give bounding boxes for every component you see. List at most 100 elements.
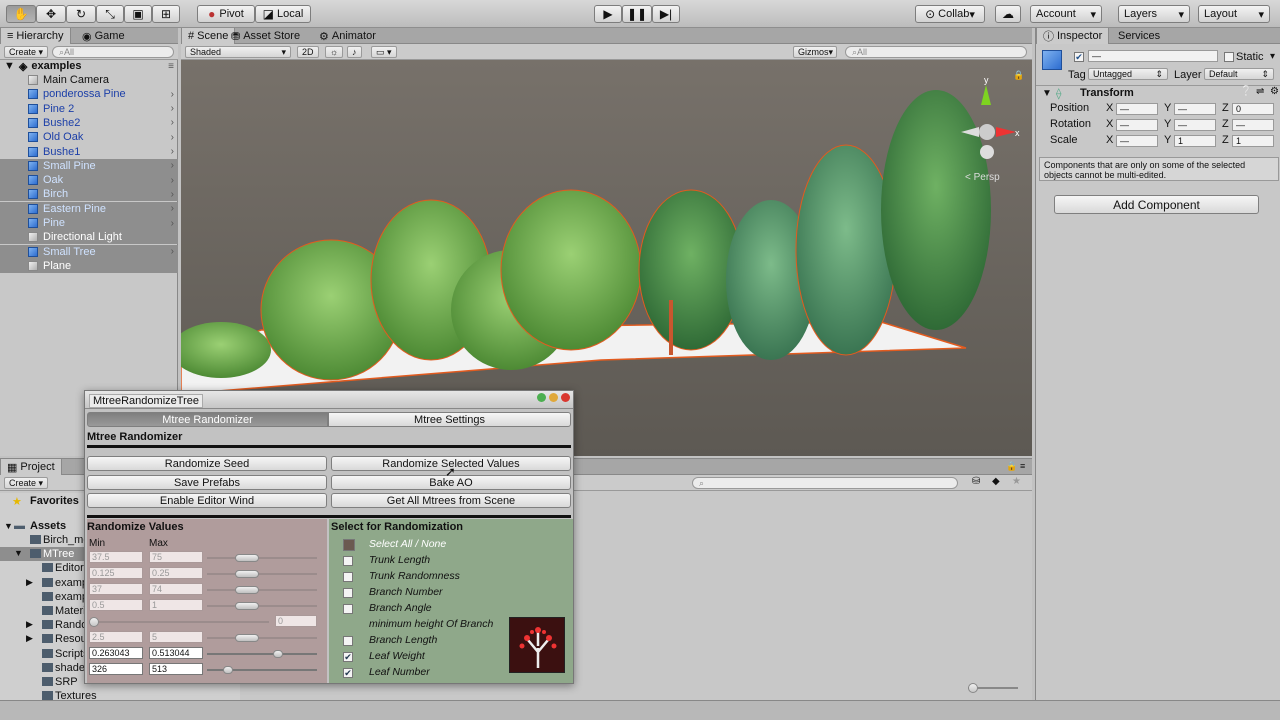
scene-root-row[interactable]: ▼ ◈ examples ≡ [0,59,178,73]
chevron-down-icon[interactable]: ▾ [1270,51,1275,62]
project-folder-item[interactable]: Rando [55,619,87,631]
transform-scale-y-field[interactable]: 1 [1174,135,1216,147]
static-checkbox[interactable] [1224,52,1234,62]
expand-arrow-icon[interactable]: ▼ [4,521,13,531]
window-minimize-button[interactable] [549,393,558,402]
tab-project[interactable]: ▦ Project [0,459,62,475]
assets-label[interactable]: Assets [30,520,66,532]
transform-pos-y-field[interactable]: — [1174,103,1216,115]
2d-toggle[interactable]: 2D [297,46,319,58]
project-folder-item[interactable]: Materi [55,605,86,617]
slider-range-handle[interactable] [235,570,259,578]
option-checkbox[interactable]: ✔ [343,652,353,662]
slider-range-handle[interactable] [273,650,283,658]
window-zoom-button[interactable] [537,393,546,402]
option-checkbox[interactable] [343,604,353,614]
hierarchy-item[interactable]: Eastern Pine › [0,201,178,216]
shading-mode-dropdown[interactable]: Shaded ▾ [185,46,291,58]
account-dropdown[interactable]: Account ▾ [1030,5,1102,23]
project-folder-item[interactable]: MTree [43,548,74,560]
randomize-seed-button[interactable]: Randomize Seed [87,456,327,471]
chevron-right-icon[interactable]: › [171,246,174,257]
slider-range-handle[interactable] [235,586,259,594]
value-max-field[interactable]: 0.25 [149,567,203,579]
gizmos-dropdown[interactable]: Gizmos ▾ [793,46,837,58]
value-min-field[interactable]: 0.125 [89,567,143,579]
move-tool-button[interactable]: ✥ [36,5,66,23]
minmax-slider[interactable] [207,666,317,674]
layer-dropdown[interactable]: Default ⇕ [1204,68,1274,80]
transform-pos-x-field[interactable]: — [1116,103,1158,115]
tab-mtree-randomizer[interactable]: Mtree Randomizer [87,412,328,427]
option-checkbox[interactable] [343,572,353,582]
value-max-field[interactable]: 1 [149,599,203,611]
select-all-toggle[interactable] [343,539,355,551]
tab-services[interactable]: Services [1112,28,1166,44]
zoom-slider[interactable] [968,683,1018,693]
chevron-right-icon[interactable]: › [171,203,174,214]
slider-range-handle[interactable] [235,634,259,642]
transform-rot-y-field[interactable]: — [1174,119,1216,131]
slider-range-handle[interactable] [235,602,259,610]
scene-search-input[interactable]: ⌕ All [845,46,1027,58]
rotate-tool-button[interactable]: ↻ [66,5,96,23]
project-folder-item[interactable]: Editor [55,562,84,574]
expand-arrow-icon[interactable]: ▶ [26,577,33,588]
chevron-right-icon[interactable]: › [171,189,174,200]
value-max-field[interactable]: 0.513044 [149,647,203,659]
hierarchy-item[interactable]: Plane [0,258,178,273]
project-folder-item[interactable]: Resou [55,633,87,645]
transform-scale-z-field[interactable]: 1 [1232,135,1274,147]
tab-hierarchy[interactable]: ≡ Hierarchy [0,28,71,44]
lock-icon[interactable]: 🔒 [1006,461,1017,472]
save-prefabs-button[interactable]: Save Prefabs [87,475,327,490]
tab-inspector[interactable]: ⓘ Inspector [1036,28,1110,44]
menu-icon[interactable]: ≡ [1020,461,1025,471]
hierarchy-item[interactable]: Small Pine › [0,158,178,173]
expand-arrow-icon[interactable]: ▶ [26,633,33,644]
chevron-right-icon[interactable]: › [171,117,174,128]
value-min-field[interactable]: 326 [89,663,143,675]
value-min-field[interactable]: 37 [89,583,143,595]
pivot-toggle[interactable]: ● Pivot [197,5,255,23]
project-folder-item[interactable]: SRP [55,676,78,688]
hierarchy-item[interactable]: Oak › [0,173,178,188]
value-min-field[interactable]: 37.5 [89,551,143,563]
chevron-right-icon[interactable]: › [171,218,174,229]
option-checkbox[interactable] [343,588,353,598]
project-create-button[interactable]: Create ▾ [4,477,49,489]
layout-dropdown[interactable]: Layout ▾ [1198,5,1270,23]
filter-type-icon[interactable]: ⛁ [972,476,980,487]
tab-asset-store[interactable]: ⛃ Asset Store [225,28,306,44]
value-min-field[interactable]: 0.5 [89,599,143,611]
local-toggle[interactable]: ◪ Local [255,5,311,23]
chevron-right-icon[interactable]: › [171,89,174,100]
transform-tool-button[interactable]: ⊞ [152,5,180,23]
play-button[interactable]: ▶ [594,5,622,23]
chevron-right-icon[interactable]: › [171,132,174,143]
transform-rot-z-field[interactable]: — [1232,119,1274,131]
pause-button[interactable]: ❚❚ [622,5,652,23]
minmax-slider[interactable] [207,650,317,658]
slider-range-handle[interactable] [223,666,233,674]
rect-tool-button[interactable]: ▣ [124,5,152,23]
project-folder-item[interactable]: Birch_me [43,534,89,546]
active-checkbox[interactable]: ✔ [1074,52,1084,62]
hierarchy-item[interactable]: Old Oak › [0,130,178,144]
transform-rot-x-field[interactable]: — [1116,119,1158,131]
value-max-field[interactable]: 5 [149,631,203,643]
min-height-value-field[interactable]: 0 [275,615,317,627]
minmax-slider[interactable] [207,602,317,610]
minmax-slider[interactable] [207,570,317,578]
minmax-slider[interactable] [207,586,317,594]
slider-knob[interactable] [89,617,99,627]
value-max-field[interactable]: 513 [149,663,203,675]
collab-dropdown[interactable]: ⊙ Collab ▾ [915,5,985,23]
hierarchy-item[interactable]: Pine › [0,216,178,230]
tab-mtree-settings[interactable]: Mtree Settings [328,412,571,427]
option-checkbox[interactable] [343,556,353,566]
tab-game[interactable]: ◉ Game [76,28,131,44]
hierarchy-item[interactable]: Main Camera [0,73,178,87]
cloud-button[interactable]: ☁ [995,5,1021,23]
minmax-slider[interactable] [207,634,317,642]
